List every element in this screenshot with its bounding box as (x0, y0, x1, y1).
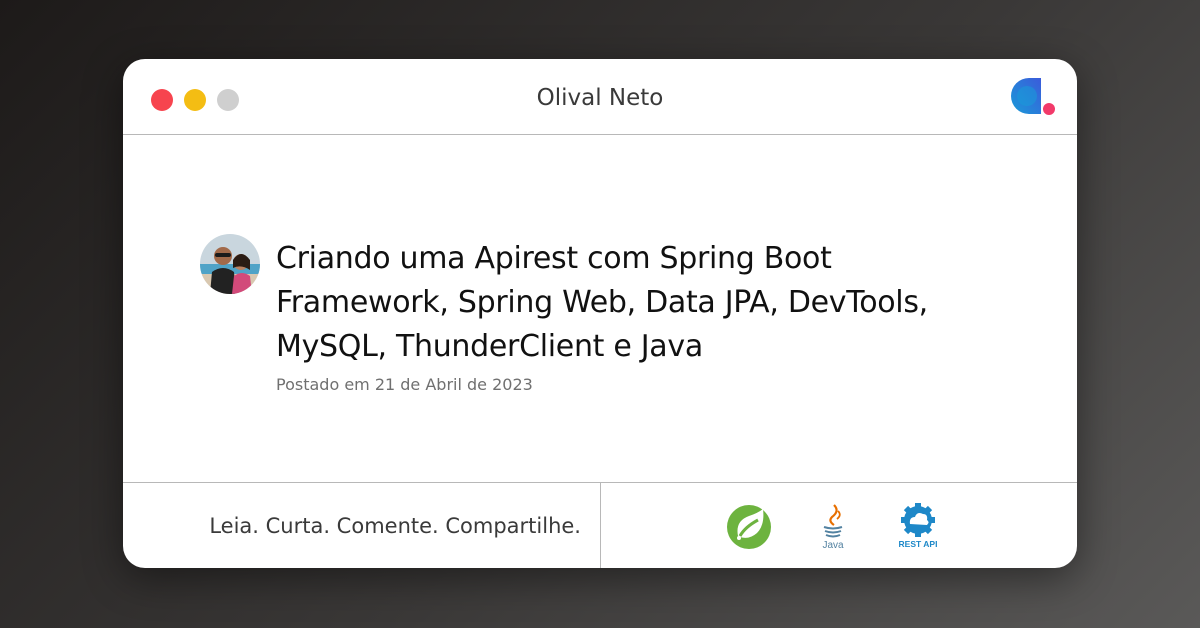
footer-tagline: Leia. Curta. Comente. Compartilhe. (209, 514, 581, 538)
dev-logo-icon[interactable] (1007, 76, 1057, 118)
title-bar: Olival Neto (123, 59, 1077, 135)
footer-bar: Leia. Curta. Comente. Compartilhe. Java (123, 482, 1077, 568)
window-title: Olival Neto (536, 85, 664, 111)
java-icon-label: Java (822, 540, 844, 551)
footer-divider (600, 483, 601, 568)
spring-icon (727, 505, 771, 549)
java-icon: Java (822, 504, 844, 551)
post-title[interactable]: Criando uma Apirest com Spring Boot Fram… (276, 237, 966, 369)
post-content: Criando uma Apirest com Spring Boot Fram… (123, 135, 1077, 482)
app-window: Olival Neto Criando uma Apirest com Spri… (123, 59, 1077, 568)
author-avatar[interactable] (200, 234, 260, 294)
post-date: Postado em 21 de Abril de 2023 (276, 375, 533, 394)
rest-api-icon: REST API (899, 503, 938, 549)
rest-api-icon-label: REST API (899, 539, 938, 549)
